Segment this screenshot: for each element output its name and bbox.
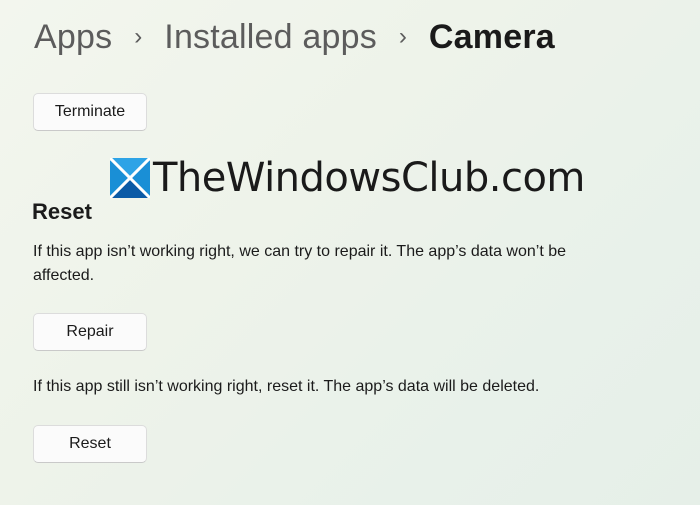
reset-description: If this app still isn’t working right, r… <box>33 378 540 395</box>
reset-button[interactable]: Reset <box>33 425 147 463</box>
terminate-button[interactable]: Terminate <box>33 93 147 131</box>
breadcrumb-item-installed-apps[interactable]: Installed apps <box>164 18 377 57</box>
repair-description: If this app isn’t working right, we can … <box>33 243 567 284</box>
breadcrumb: Apps › Installed apps › Camera <box>34 18 555 57</box>
repair-button[interactable]: Repair <box>33 313 147 351</box>
chevron-right-icon: › <box>398 22 407 50</box>
watermark-text: TheWindowsClub.com <box>153 155 585 201</box>
page-title: Camera <box>428 18 555 56</box>
watermark: TheWindowsClub.com <box>110 158 585 198</box>
chevron-right-icon: › <box>134 22 143 50</box>
reset-section-title: Reset <box>32 199 92 224</box>
windows-club-logo-icon <box>110 158 150 198</box>
breadcrumb-item-apps[interactable]: Apps <box>34 18 112 57</box>
